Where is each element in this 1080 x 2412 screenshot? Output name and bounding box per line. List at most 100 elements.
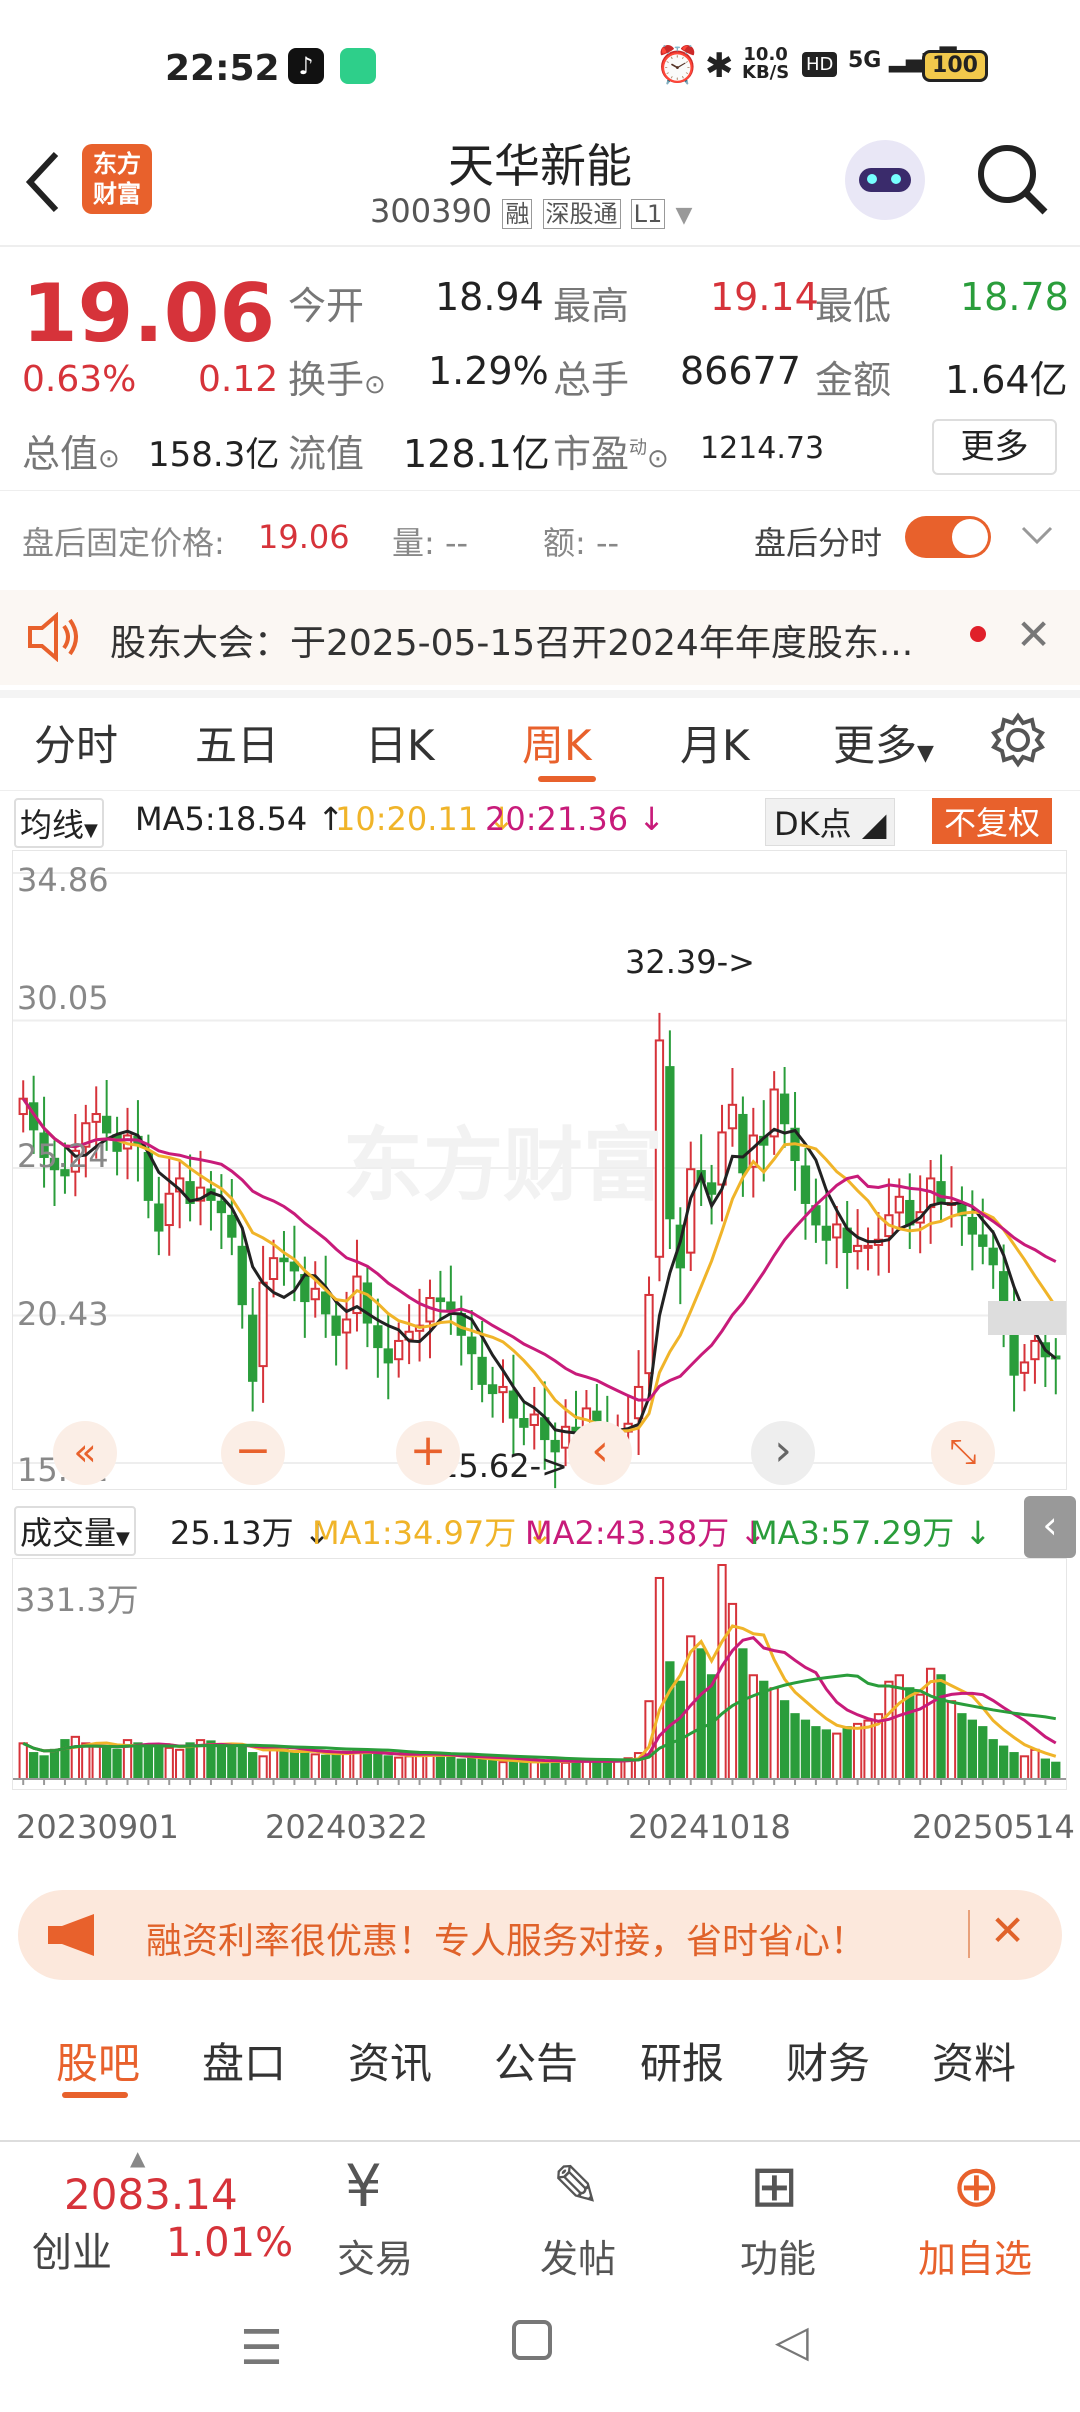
robot-assistant-icon[interactable] <box>845 140 925 220</box>
candle <box>310 1287 320 1301</box>
trade-button[interactable]: ¥ 交易 <box>325 2150 425 2281</box>
home-icon[interactable] <box>512 2320 552 2360</box>
volume-bar <box>18 1742 28 1780</box>
zoom-out-icon[interactable]: − <box>221 1421 285 1485</box>
volume-bar <box>446 1755 456 1780</box>
volume-bar <box>821 1729 831 1780</box>
close-icon[interactable]: ✕ <box>990 1906 1025 1955</box>
tab-research[interactable]: 研报 <box>640 2030 724 2091</box>
candle <box>373 1325 383 1349</box>
candle <box>800 1165 811 1204</box>
volume-bar <box>28 1752 39 1781</box>
pe-value: 1214.73 <box>700 431 825 466</box>
stock-code: 300390 <box>370 192 493 230</box>
alarm-icon: ⏰ <box>655 45 700 86</box>
y-tick-label: 34.86 <box>17 861 109 899</box>
volume-bar <box>81 1742 91 1780</box>
prev-icon[interactable]: ‹ <box>568 1421 632 1485</box>
add-watchlist-button[interactable]: ⊕ 加自选 <box>912 2150 1052 2281</box>
notice-bar[interactable]: 股东大会：于2025-05-15召开2024年年度股东... ✕ <box>0 590 1080 685</box>
afterhours-amount: 额: -- <box>543 524 620 562</box>
close-icon[interactable]: ✕ <box>1016 610 1051 659</box>
candle <box>1030 1339 1040 1361</box>
fullscreen-icon[interactable]: ⤡ <box>931 1421 995 1485</box>
volume-bar <box>1009 1752 1019 1781</box>
scroll-left-icon[interactable]: « <box>53 1421 117 1485</box>
tab-announcements[interactable]: 公告 <box>494 2030 578 2091</box>
plus-circle-icon: ⊕ <box>952 2152 1001 2220</box>
promo-banner[interactable]: 融资利率很优惠！专人服务对接，省时省心！ ✕ <box>18 1890 1062 1980</box>
volume-bar <box>279 1748 289 1780</box>
menu-icon[interactable]: ☰ <box>240 2320 283 2376</box>
kline-chart[interactable]: 34.86 30.05 25.24 20.43 15.62 东方财富 32.39… <box>12 850 1067 1490</box>
high-label: 最高 <box>553 284 630 328</box>
volume-bar <box>498 1761 508 1780</box>
active-tab-underline <box>538 776 596 782</box>
candle <box>519 1417 529 1428</box>
chevron-down-icon[interactable] <box>1020 524 1054 548</box>
post-button[interactable]: ✎ 发帖 <box>530 2150 630 2281</box>
volume-bar <box>227 1746 237 1780</box>
volume-bar <box>362 1752 373 1781</box>
volume-value: 86677 <box>680 349 801 393</box>
volume-bar <box>957 1713 967 1781</box>
tab-orderbook[interactable]: 盘口 <box>202 2030 286 2091</box>
tab-monthly-k[interactable]: 月K <box>680 712 750 773</box>
tab-intraday[interactable]: 分时 <box>34 712 118 773</box>
megaphone-icon <box>48 1914 94 1956</box>
volume-panel: 成交量▼ 25.13万 ↓ MA1:34.97万 ↓ MA2:43.38万 ↓ … <box>0 1490 1080 1870</box>
search-icon[interactable] <box>975 142 1051 218</box>
volume-bar <box>341 1750 352 1781</box>
open-label: 今开 <box>288 284 365 328</box>
tab-news[interactable]: 资讯 <box>348 2030 432 2091</box>
candle <box>988 1247 998 1266</box>
vol-ma1: MA1:34.97万 ↓ <box>312 1514 554 1552</box>
candle <box>331 1315 341 1336</box>
more-button[interactable]: 更多 <box>932 419 1057 475</box>
gear-icon[interactable] <box>990 712 1046 768</box>
afterhours-volume: 量: -- <box>392 524 469 562</box>
dk-points-button[interactable]: DK点 ◢ <box>765 798 896 846</box>
stock-code-row[interactable]: 300390 融 深股通 L1 ▼ <box>370 192 692 230</box>
back-icon[interactable]: ◁ <box>775 2316 809 2367</box>
afterhours-toggle[interactable] <box>905 516 991 558</box>
volume-bar <box>863 1719 873 1781</box>
x-date-label: 20250514 <box>912 1808 1075 1846</box>
candle <box>1019 1361 1030 1374</box>
volume-bar <box>321 1754 331 1780</box>
high-annotation: 32.39-> <box>625 943 755 981</box>
zoom-in-icon[interactable]: + <box>396 1421 460 1485</box>
adjust-button[interactable]: 不复权 <box>932 798 1053 844</box>
volume-label: 总手 <box>553 358 630 402</box>
ma-selector[interactable]: 均线▼ <box>14 798 104 848</box>
volume-bar <box>102 1746 112 1780</box>
tab-weekly-k[interactable]: 周K <box>522 712 592 773</box>
tab-forum[interactable]: 股吧 <box>56 2030 140 2091</box>
tiktok-icon: ♪ <box>288 48 324 84</box>
volume-bar <box>289 1750 300 1781</box>
volume-bar <box>404 1755 414 1780</box>
volume-bar <box>383 1755 393 1780</box>
candle <box>738 1113 748 1174</box>
tab-five-day[interactable]: 五日 <box>195 712 279 773</box>
collapse-panel-icon[interactable]: ‹ <box>1024 1496 1076 1558</box>
low-label: 最低 <box>815 284 892 328</box>
expand-up-icon[interactable]: ▲ <box>130 2146 145 2170</box>
candle <box>341 1318 352 1334</box>
next-icon[interactable]: › <box>751 1421 815 1485</box>
volume-selector[interactable]: 成交量▼ <box>14 1506 136 1556</box>
tab-daily-k[interactable]: 日K <box>365 712 435 773</box>
volume-bar <box>435 1754 446 1780</box>
tab-more[interactable]: 更多▼ <box>833 712 934 773</box>
info-tabs: 股吧 盘口 资讯 公告 研报 财务 资料 <box>0 2000 1080 2110</box>
last-price: 19.06 <box>22 267 276 360</box>
candle <box>832 1223 842 1239</box>
functions-button[interactable]: ⊞ 功能 <box>730 2150 830 2281</box>
tab-profile[interactable]: 资料 <box>932 2030 1016 2091</box>
tab-finance[interactable]: 财务 <box>786 2030 870 2091</box>
afterhours-toggle-label: 盘后分时 <box>754 524 883 562</box>
candle <box>164 1192 174 1227</box>
index-value[interactable]: 2083.14 <box>64 2170 238 2219</box>
candle <box>383 1348 393 1364</box>
pe-label: 市盈动⊙ <box>553 432 669 476</box>
